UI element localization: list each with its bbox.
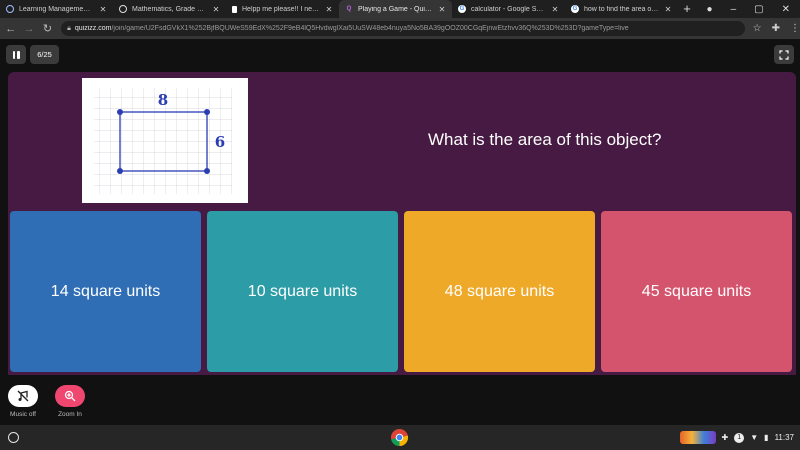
answer-option-3[interactable]: 48 square units <box>404 211 595 372</box>
screen: Learning Management Syst ✕ Mathematics, … <box>0 0 800 450</box>
wifi-icon: ▼ <box>750 433 759 442</box>
brainly-icon <box>232 5 237 13</box>
quiz-page: 6/25 8 6 What is the area of this object… <box>0 39 800 425</box>
notification-count: 1 <box>734 432 745 443</box>
media-icon[interactable]: ● <box>707 4 713 15</box>
tab-title: Mathematics, Grade 7: 400 <box>132 5 207 13</box>
tab-title: Playing a Game - Quizizz <box>358 5 433 13</box>
vertex-dot <box>117 109 123 115</box>
vertex-dot <box>117 168 123 174</box>
pause-icon-bar <box>17 50 20 59</box>
launcher-icon[interactable] <box>8 432 19 443</box>
music-button[interactable] <box>8 385 38 407</box>
music-toggle[interactable]: Music off <box>8 385 38 418</box>
answer-label: 48 square units <box>444 282 555 300</box>
music-label: Music off <box>10 411 36 418</box>
rectangle-figure: 8 6 <box>94 88 232 194</box>
tray-app-icon[interactable] <box>679 431 716 444</box>
tab-close-icon[interactable]: ✕ <box>212 5 220 14</box>
menu-icon[interactable]: ⋮ <box>790 23 800 34</box>
pause-icon <box>12 50 15 59</box>
tab-title: calculator - Google Search <box>471 5 546 13</box>
question-progress: 6/25 <box>30 45 59 64</box>
zoom-control[interactable]: Zoom In <box>55 385 85 418</box>
tab-title: Helpp me please!! I need it b <box>242 5 320 13</box>
url-host: quizizz.com <box>74 25 112 32</box>
answer-label: 14 square units <box>50 282 161 300</box>
zoom-label: Zoom In <box>58 411 82 418</box>
google-icon: G <box>571 5 579 13</box>
maximize-icon[interactable]: ▢ <box>754 4 763 15</box>
address-bar[interactable]: 🔒︎ quizizz.com/join/game/U2FsdGVkX1%252B… <box>61 21 745 36</box>
question-text: What is the area of this object? <box>428 130 662 149</box>
chrome-icon[interactable] <box>390 428 409 447</box>
tab-title: Learning Management Syst <box>19 5 94 13</box>
tab-brainly[interactable]: Helpp me please!! I need it b ✕ <box>226 0 339 18</box>
quiz-header: 6/25 <box>0 39 800 72</box>
google-icon: G <box>458 5 466 13</box>
zoom-in-icon <box>64 390 76 402</box>
notification-icon[interactable]: ✚ <box>722 433 729 442</box>
answer-option-2[interactable]: 10 square units <box>207 211 398 372</box>
height-label: 6 <box>215 133 225 151</box>
tab-close-icon[interactable]: ✕ <box>551 5 559 14</box>
answer-option-1[interactable]: 14 square units <box>10 211 201 372</box>
tab-title: how to find the area of a rec <box>584 5 659 13</box>
answer-label: 45 square units <box>641 282 752 300</box>
tab-close-icon[interactable]: ✕ <box>664 5 672 14</box>
url-path: /join/game/U2FsdGVkX1%252BjfBQUWeS59EdX%… <box>111 25 629 32</box>
minimize-icon[interactable]: – <box>731 4 737 15</box>
tab-learning-management[interactable]: Learning Management Syst ✕ <box>0 0 113 18</box>
extensions-icon[interactable]: ✚ <box>772 23 780 34</box>
close-window-icon[interactable]: ✕ <box>782 4 790 15</box>
tab-close-icon[interactable]: ✕ <box>99 5 107 14</box>
tab-mathematics[interactable]: Mathematics, Grade 7: 400 ✕ <box>113 0 226 18</box>
tab-strip: Learning Management Syst ✕ Mathematics, … <box>0 0 800 18</box>
zoom-button[interactable] <box>55 385 85 407</box>
pause-button[interactable] <box>6 45 26 64</box>
music-off-icon <box>17 390 29 402</box>
vertex-dot <box>204 168 210 174</box>
fullscreen-button[interactable] <box>774 45 794 64</box>
quizizz-icon: Q <box>346 6 352 12</box>
answer-options: 14 square units 10 square units 48 squar… <box>8 209 796 375</box>
window-controls: ● – ▢ ✕ <box>707 0 800 18</box>
site-icon <box>119 5 127 13</box>
tab-close-icon[interactable]: ✕ <box>325 5 333 14</box>
vertex-dot <box>204 109 210 115</box>
tab-close-icon[interactable]: ✕ <box>438 5 446 14</box>
answer-label: 10 square units <box>247 282 358 300</box>
quiz-controls: Music off Zoom In <box>0 375 800 425</box>
answer-option-4[interactable]: 45 square units <box>601 211 792 372</box>
tab-calculator-search[interactable]: G calculator - Google Search ✕ <box>452 0 565 18</box>
fullscreen-icon <box>779 49 789 60</box>
width-label: 8 <box>158 91 168 109</box>
question-image: 8 6 <box>82 78 248 203</box>
battery-icon: ▮ <box>764 433 769 442</box>
system-tray[interactable]: ✚ 1 ▼ ▮ 11:37 <box>679 429 794 446</box>
toolbar-icons: ☆ ✚ ⋮ <box>753 23 800 34</box>
back-icon[interactable]: ← <box>3 21 18 37</box>
clock: 11:37 <box>774 433 794 442</box>
new-tab-button[interactable]: + <box>678 0 696 18</box>
loading-circle-icon <box>6 5 14 13</box>
bookmark-star-icon[interactable]: ☆ <box>753 23 762 34</box>
reload-icon[interactable]: ↻ <box>40 21 55 37</box>
lock-icon: 🔒︎ <box>67 24 71 32</box>
forward-icon[interactable]: → <box>21 21 36 37</box>
browser-toolbar: ← → ↻ 🔒︎ quizizz.com/join/game/U2FsdGVkX… <box>0 18 800 39</box>
os-shelf: ✚ 1 ▼ ▮ 11:37 <box>0 425 800 450</box>
tab-quizizz[interactable]: Q Playing a Game - Quizizz ✕ <box>339 0 452 18</box>
tab-area-search[interactable]: G how to find the area of a rec ✕ <box>565 0 678 18</box>
